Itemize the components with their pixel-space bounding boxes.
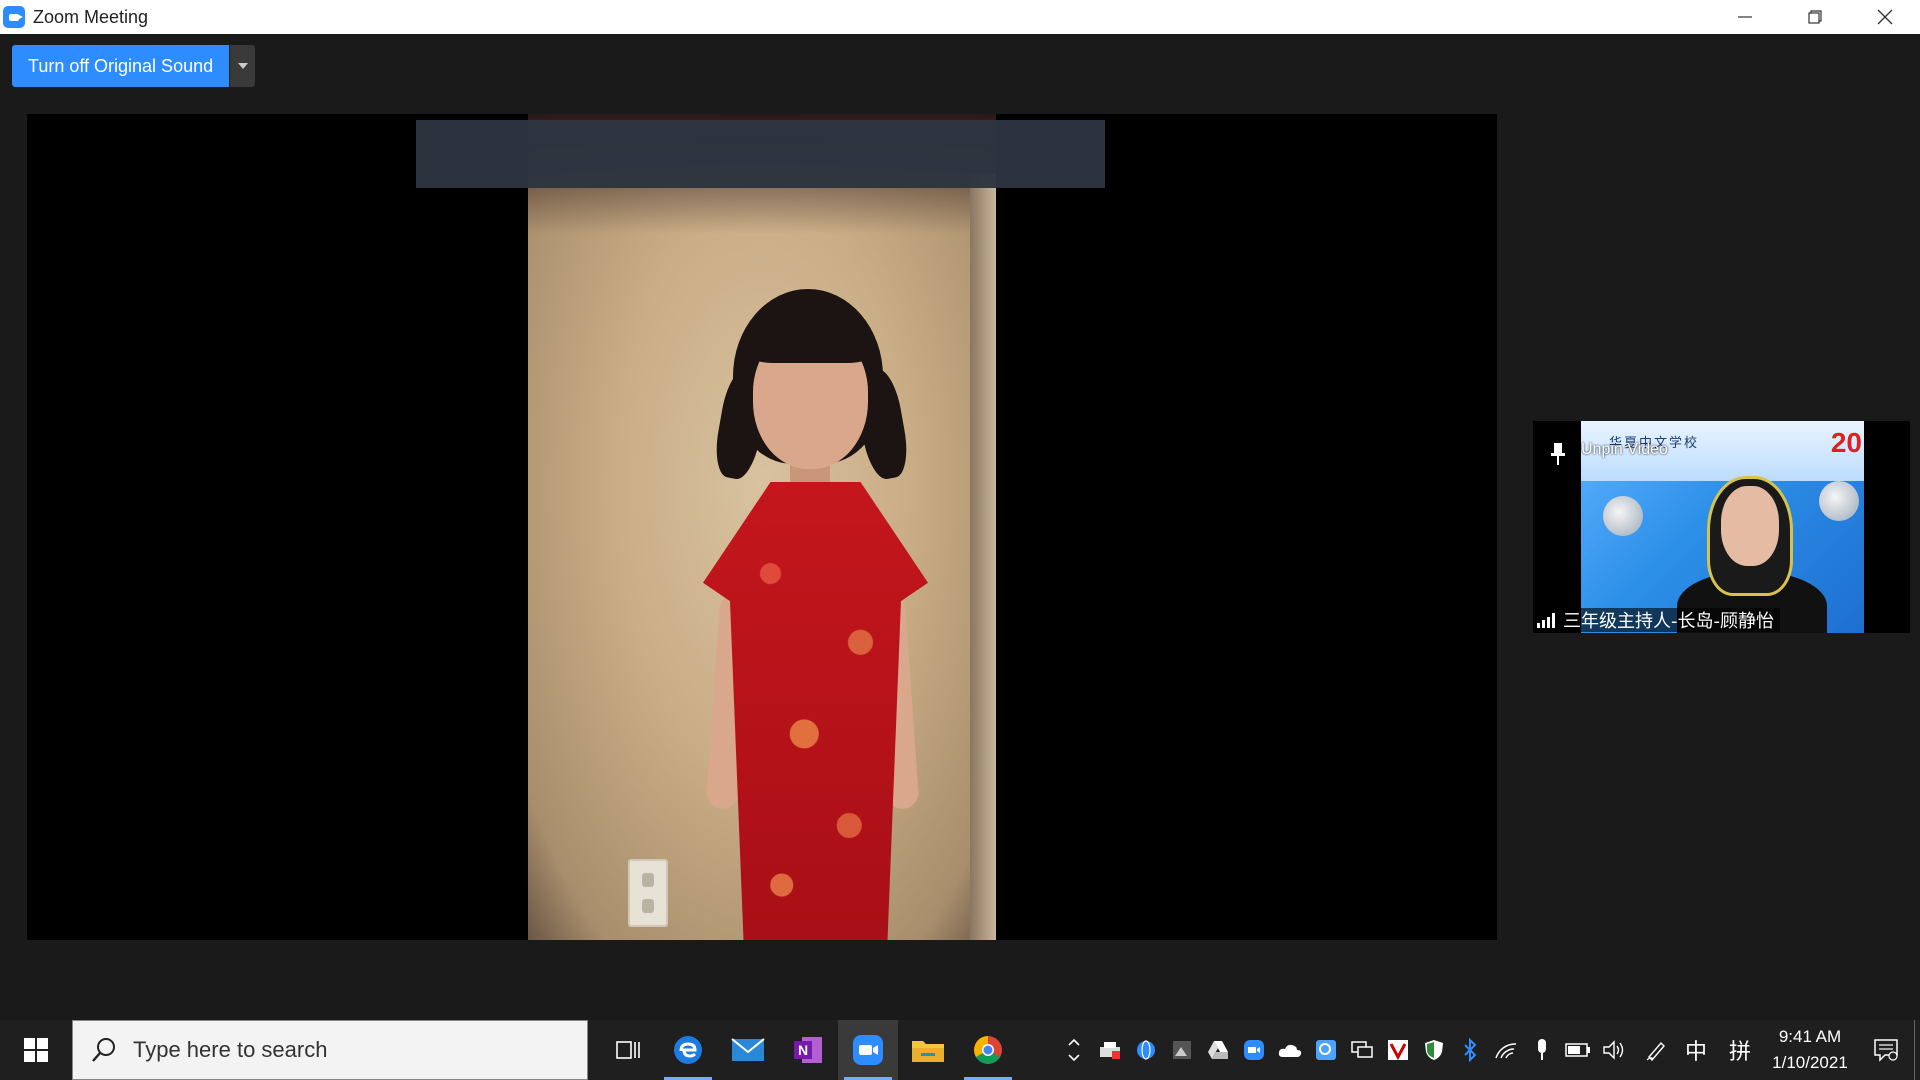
original-sound-dropdown-button[interactable]	[229, 45, 256, 87]
taskbar-app-file-explorer[interactable]	[898, 1020, 958, 1080]
clock-time: 9:41 AM	[1778, 1027, 1842, 1046]
notification-icon	[1874, 1039, 1898, 1062]
wifi-icon	[1495, 1043, 1517, 1059]
clock-date: 1/10/2021	[1772, 1053, 1848, 1072]
task-view-button[interactable]	[598, 1020, 658, 1080]
red-qipao-dress	[703, 482, 928, 940]
tray-pen-workspace[interactable]	[1638, 1020, 1674, 1080]
tray-bluetooth[interactable]	[1452, 1020, 1488, 1080]
tray-security[interactable]	[1416, 1020, 1452, 1080]
main-video[interactable]	[27, 114, 1497, 940]
battery-icon	[1565, 1043, 1590, 1057]
action-center-button[interactable]	[1858, 1020, 1914, 1080]
printer-icon	[1100, 1042, 1120, 1059]
antivirus-icon	[1388, 1040, 1408, 1061]
turn-off-original-sound-button[interactable]: Turn off Original Sound	[12, 45, 230, 87]
minimize-icon	[1738, 16, 1752, 18]
tray-app-gallery[interactable]	[1164, 1020, 1200, 1080]
show-desktop-button[interactable]	[1914, 1020, 1920, 1080]
search-icon	[89, 1035, 119, 1065]
tray-battery[interactable]	[1560, 1020, 1596, 1080]
tray-app-zoom[interactable]	[1236, 1020, 1272, 1080]
folder-icon	[912, 1041, 944, 1062]
pen-icon	[1646, 1041, 1665, 1061]
tray-app-google-drive[interactable]	[1200, 1020, 1236, 1080]
connection-signal-icon	[1537, 612, 1555, 628]
monitor-icon	[1351, 1041, 1373, 1058]
taskbar-app-chrome[interactable]	[958, 1020, 1018, 1080]
globe-icon	[1137, 1040, 1155, 1060]
magnifier-tray-icon	[1316, 1040, 1336, 1060]
speaker-icon	[1603, 1040, 1624, 1060]
zoom-logo-icon	[3, 6, 25, 28]
close-icon	[1877, 9, 1893, 25]
banner-year-text: 20	[1830, 427, 1862, 458]
speaker-face	[749, 323, 872, 469]
window-titlebar: Zoom Meeting	[0, 0, 1920, 34]
taskbar-app-edge[interactable]	[658, 1020, 718, 1080]
tray-wifi[interactable]	[1488, 1020, 1524, 1080]
input-mode-indicator[interactable]: 拼	[1718, 1020, 1762, 1080]
window-controls	[1710, 0, 1920, 34]
microphone-graphic	[1819, 481, 1859, 521]
taskbar-clock[interactable]: 9:41 AM 1/10/2021	[1762, 1020, 1858, 1080]
zoom-icon	[853, 1035, 883, 1065]
taskbar-search-input[interactable]	[133, 1037, 553, 1063]
original-sound-control: Turn off Original Sound	[12, 45, 256, 87]
windows-taskbar: N 中 拼 9:41 AM 1/10/2021	[0, 1020, 1920, 1080]
pinned-participant-thumbnail[interactable]: 华夏中文学校 20 Unpin Video 三年级主持人-长岛-顾静怡	[1533, 421, 1910, 633]
start-button[interactable]	[0, 1020, 72, 1080]
onenote-icon: N	[794, 1037, 822, 1063]
restore-button[interactable]	[1780, 0, 1850, 34]
tray-volume[interactable]	[1596, 1020, 1632, 1080]
tray-app-globe[interactable]	[1128, 1020, 1164, 1080]
pin-icon[interactable]	[1547, 441, 1569, 467]
shield-icon	[1425, 1040, 1443, 1060]
unpin-video-label[interactable]: Unpin Video	[1581, 441, 1668, 459]
taskbar-app-mail[interactable]	[718, 1020, 778, 1080]
tray-app-printer[interactable]	[1092, 1020, 1128, 1080]
speaker-video-feed	[528, 114, 996, 940]
wall-outlet	[628, 859, 668, 927]
taskbar-search-box[interactable]	[72, 1020, 588, 1080]
chevron-up-icon	[1068, 1038, 1080, 1062]
taskbar-app-zoom[interactable]	[838, 1020, 898, 1080]
participant-namebar: 三年级主持人-长岛-顾静怡	[1533, 608, 1780, 632]
taskbar-app-onenote[interactable]: N	[778, 1020, 838, 1080]
edge-icon	[674, 1036, 702, 1064]
chrome-icon	[974, 1036, 1002, 1064]
svg-text:N: N	[798, 1042, 808, 1058]
zoom-tray-icon	[1244, 1040, 1264, 1060]
close-button[interactable]	[1850, 0, 1920, 34]
microphone-icon	[1538, 1039, 1546, 1060]
windows-logo-icon	[24, 1038, 48, 1062]
tray-microphone[interactable]	[1524, 1020, 1560, 1080]
window-title: Zoom Meeting	[33, 6, 149, 27]
tray-app-antivirus[interactable]	[1380, 1020, 1416, 1080]
minimize-button[interactable]	[1710, 0, 1780, 34]
caret-down-icon	[237, 63, 248, 69]
system-tray: 中 拼 9:41 AM 1/10/2021	[1056, 1020, 1920, 1080]
restore-icon	[1808, 10, 1822, 24]
show-hidden-icons-button[interactable]	[1056, 1020, 1092, 1080]
bluetooth-icon	[1464, 1038, 1477, 1062]
tray-app-display[interactable]	[1344, 1020, 1380, 1080]
redacted-name-bar	[416, 120, 1105, 188]
image-app-icon	[1173, 1041, 1191, 1059]
meeting-area: Turn off Original Sound 华夏中文学校 20 Unpin …	[0, 34, 1920, 1020]
participant-name: 三年级主持人-长岛-顾静怡	[1563, 611, 1774, 632]
tray-app-onedrive[interactable]	[1272, 1020, 1308, 1080]
microphone-graphic	[1603, 496, 1643, 536]
tray-app-search-tool[interactable]	[1308, 1020, 1344, 1080]
mail-icon	[731, 1038, 765, 1061]
input-method-indicator[interactable]: 中	[1674, 1020, 1718, 1080]
cloud-icon	[1278, 1044, 1302, 1057]
drive-icon	[1208, 1041, 1228, 1059]
task-view-icon	[616, 1041, 640, 1059]
